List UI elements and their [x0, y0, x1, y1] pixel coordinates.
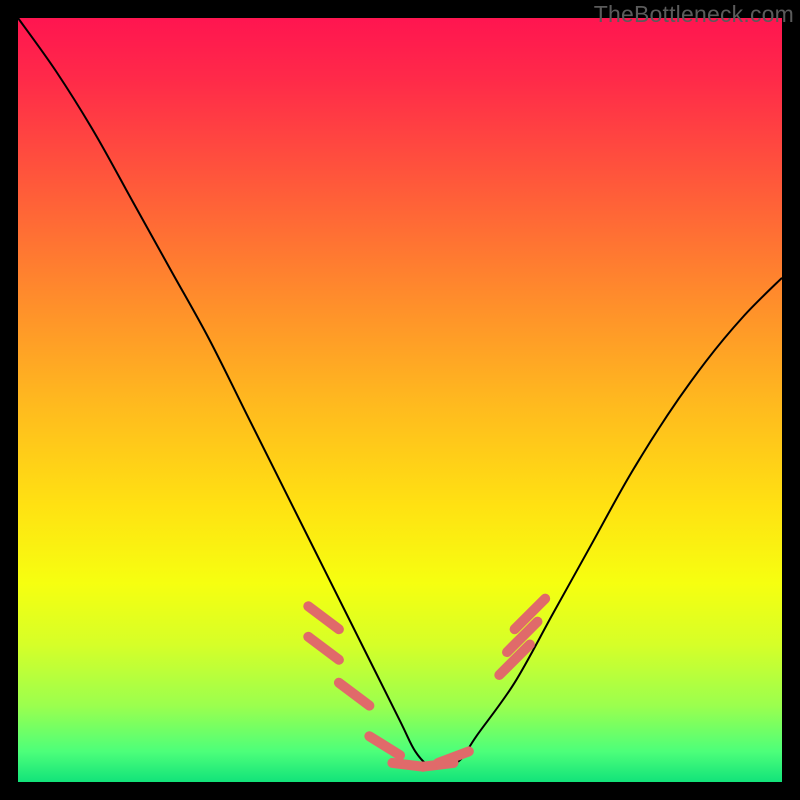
highlight-dash	[438, 751, 469, 763]
chart-stage: TheBottleneck.com	[0, 0, 800, 800]
highlight-dash	[308, 637, 339, 660]
bottleneck-curve	[18, 18, 782, 768]
highlight-dash	[369, 736, 400, 755]
highlight-dash	[308, 606, 339, 629]
chart-overlay	[18, 18, 782, 782]
highlight-dashes-group	[308, 599, 545, 767]
highlight-dash	[339, 683, 370, 706]
watermark-text: TheBottleneck.com	[594, 1, 794, 28]
